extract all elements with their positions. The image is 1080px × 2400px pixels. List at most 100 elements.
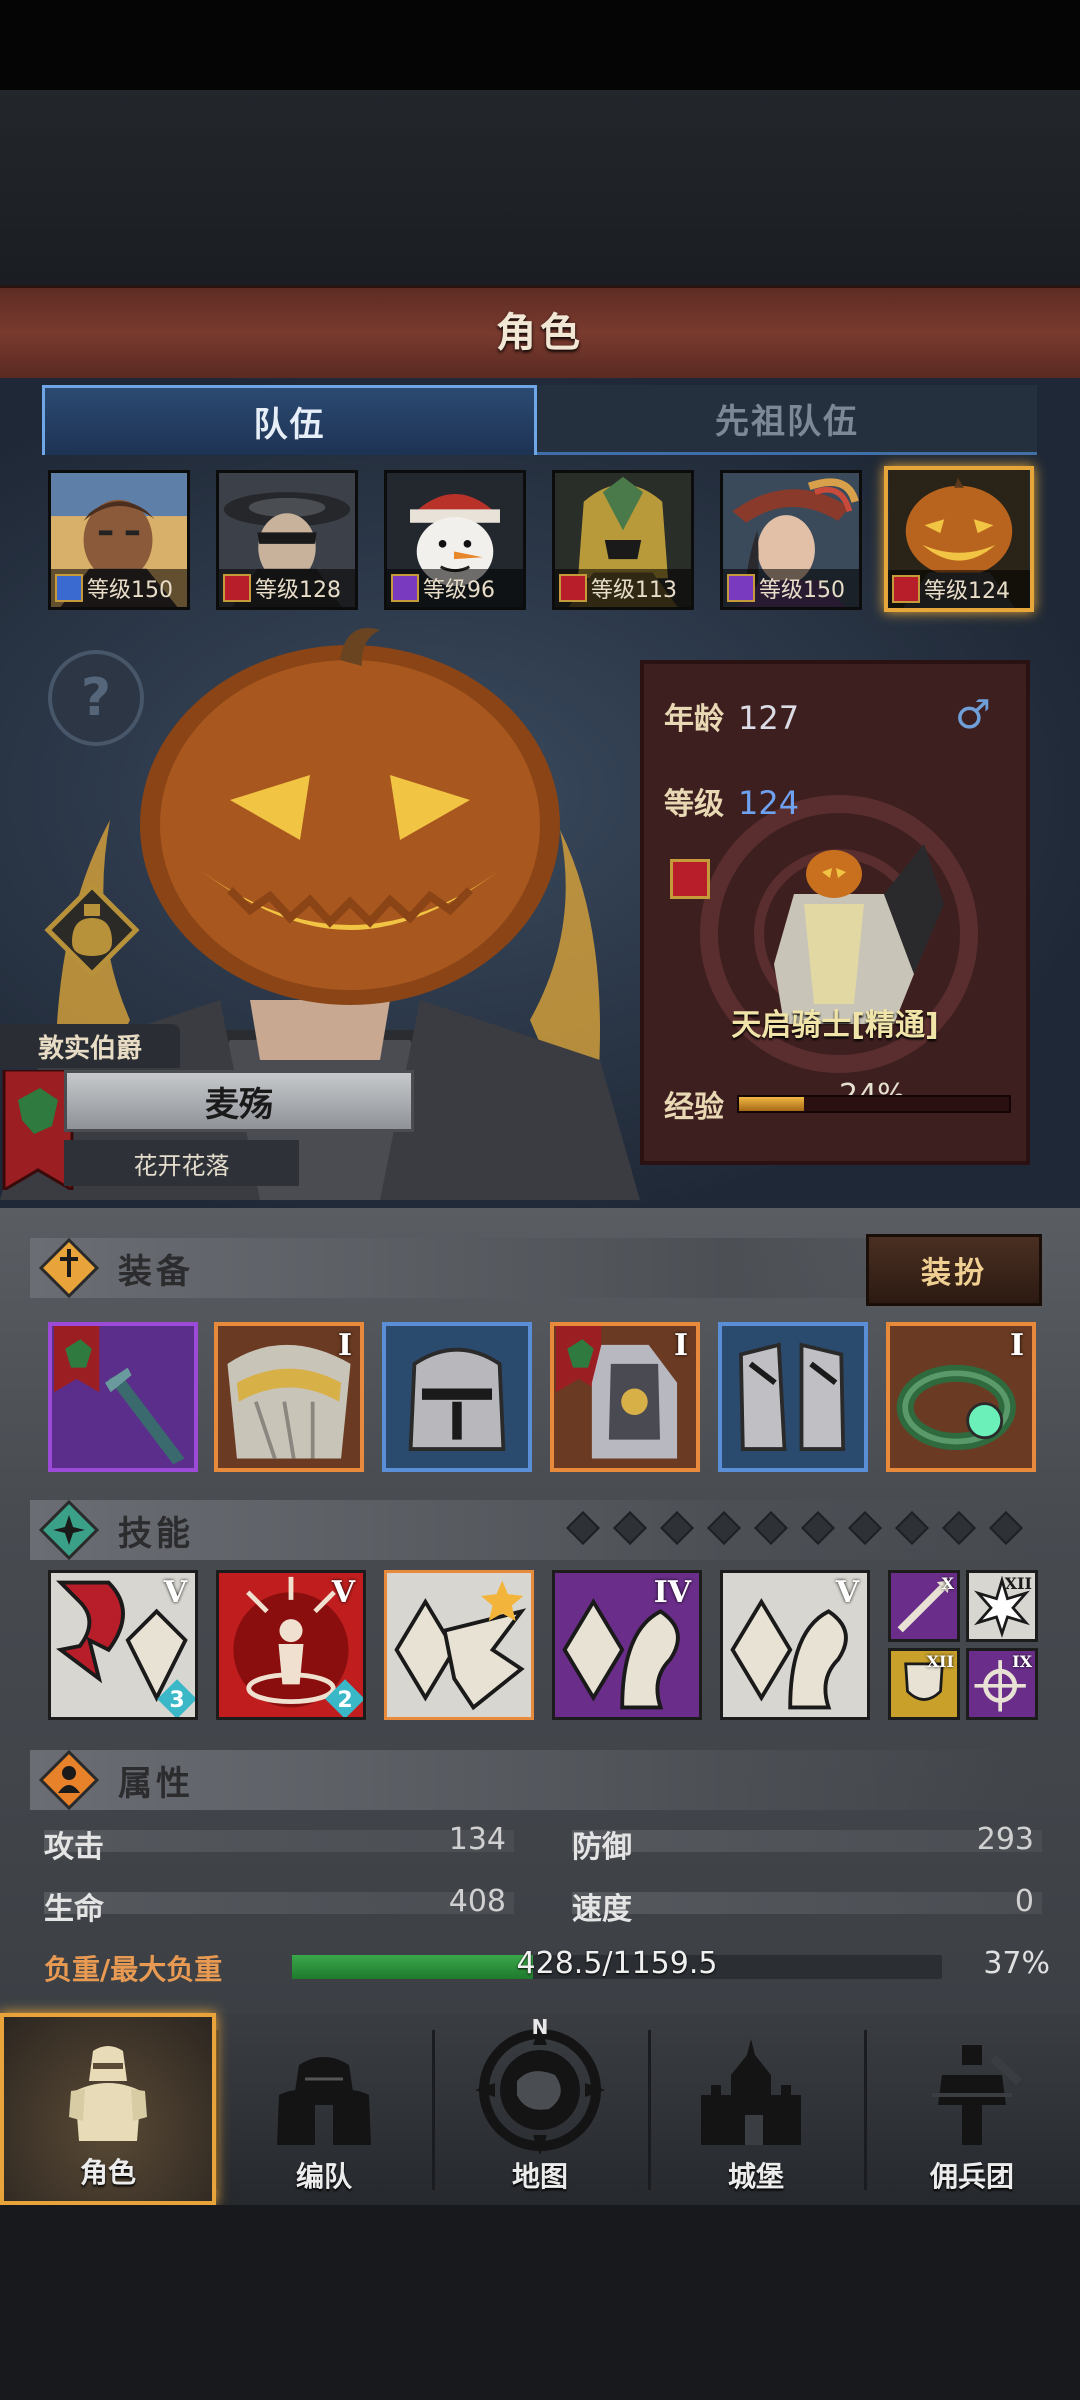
horse-icon — [223, 574, 251, 602]
formation-icon — [277, 2057, 371, 2145]
nav-mercenary[interactable]: 佣兵团 — [864, 2013, 1080, 2205]
class-name: 天启骑士[精通] — [731, 1008, 939, 1043]
skill-slot-diamond — [895, 1511, 929, 1545]
equipment-slot-1[interactable] — [48, 1322, 198, 1472]
skill-count: 3 — [169, 1688, 185, 1713]
hero-slot-3[interactable]: 等级96 — [384, 470, 526, 610]
skill-slot-4[interactable]: IV — [552, 1570, 702, 1720]
noble-title: 敦实伯爵 — [0, 1024, 180, 1068]
skill-slot-indicators — [563, 1508, 1043, 1548]
nav-label: 地图 — [511, 2160, 568, 2193]
tier-label: I — [337, 1328, 352, 1363]
hero-slot-2[interactable]: 等级128 — [216, 470, 358, 610]
equipment-slot-5[interactable] — [718, 1322, 868, 1472]
tier-label: X — [941, 1574, 954, 1593]
tab-team[interactable]: 队伍 — [42, 385, 537, 455]
tab-ancestor-team[interactable]: 先祖队伍 — [537, 385, 1037, 455]
status-bar — [0, 0, 1080, 90]
hero-level-5: 等级150 — [723, 569, 859, 607]
mercenary-icon — [932, 2045, 1022, 2145]
skill-slot-2[interactable]: V 2 — [216, 1570, 366, 1720]
potion-button[interactable] — [42, 880, 142, 980]
compass-north: N — [531, 2015, 549, 2039]
horse-icon — [670, 859, 710, 899]
hp-value: 408 — [448, 1884, 506, 1919]
greaves-icon — [739, 1342, 846, 1451]
defense-value: 293 — [976, 1822, 1034, 1857]
dress-up-button[interactable]: 装扮 — [866, 1234, 1042, 1306]
skill-slot-diamond — [660, 1511, 694, 1545]
knight-icon — [69, 2046, 147, 2141]
hero-slot-5[interactable]: 等级150 — [720, 470, 862, 610]
equipment-slot-3[interactable] — [382, 1322, 532, 1472]
skill-slot-diamond — [566, 1511, 600, 1545]
lance-icon — [53, 1326, 185, 1465]
level-row: 等级 124 — [664, 779, 799, 823]
dagger-icon — [38, 1237, 100, 1299]
bottom-backdrop — [0, 2205, 1080, 2400]
nav-map[interactable]: N 地图 — [432, 2013, 648, 2205]
crystal-wing-icon — [394, 1580, 527, 1711]
person-icon — [38, 1749, 100, 1811]
tier-label: V — [163, 1575, 187, 1610]
equipment-slot-6[interactable]: I — [886, 1322, 1036, 1472]
hero-level-text: 等级150 — [759, 578, 845, 603]
nav-label: 角色 — [79, 2156, 136, 2189]
nav-character[interactable]: 角色 — [0, 2013, 216, 2205]
compass-icon — [475, 2025, 605, 2155]
exp-bar — [737, 1095, 1011, 1113]
tier-label: I — [673, 1328, 688, 1363]
skill-slot-diamond — [848, 1511, 882, 1545]
skill-slot-3[interactable] — [384, 1570, 534, 1720]
tier-label: XII — [926, 1652, 954, 1671]
sword-icon — [55, 574, 83, 602]
passive-skill-1[interactable]: X — [888, 1570, 960, 1642]
hero-level-text: 等级124 — [924, 579, 1010, 604]
skill-slot-diamond — [707, 1511, 741, 1545]
attributes-label: 属性 — [118, 1763, 194, 1804]
nav-formation[interactable]: 编队 — [216, 2013, 432, 2205]
equipment-slot-4[interactable]: I — [550, 1322, 700, 1472]
age-value: 127 — [738, 699, 800, 737]
question-icon: ? — [80, 668, 112, 728]
character-name[interactable]: 麦殇 — [64, 1070, 414, 1132]
tier-label: IX — [1012, 1652, 1032, 1671]
tier-label: V — [331, 1575, 355, 1610]
passive-skill-3[interactable]: XII — [888, 1648, 960, 1720]
exp-bar-fill — [739, 1097, 804, 1111]
level-value: 124 — [738, 784, 800, 822]
skill-slot-5[interactable]: V — [720, 1570, 870, 1720]
passive-skill-4[interactable]: IX — [966, 1648, 1038, 1720]
staff-icon — [391, 574, 419, 602]
hero-slot-4[interactable]: 等级113 — [552, 470, 694, 610]
equipment-slot-2[interactable]: I — [214, 1322, 364, 1472]
skills-label: 技能 — [118, 1513, 194, 1554]
skill-slot-diamond — [754, 1511, 788, 1545]
tier-label: I — [1009, 1328, 1024, 1363]
hero-level-6: 等级124 — [888, 570, 1030, 608]
passive-skill-2[interactable]: XII — [966, 1570, 1038, 1642]
tier-label: IV — [653, 1575, 691, 1610]
hero-slot-1[interactable]: 等级150 — [48, 470, 190, 610]
skill-count: 2 — [337, 1688, 353, 1713]
age-label: 年龄 — [664, 702, 724, 737]
defense-label: 防御 — [572, 1830, 632, 1865]
male-icon: ♂ — [955, 692, 991, 738]
nav-castle[interactable]: 城堡 — [648, 2013, 864, 2205]
load-label: 负重/最大负重 — [44, 1953, 223, 1986]
hero-slot-6-selected[interactable]: 等级124 — [884, 466, 1034, 612]
equipment-label: 装备 — [118, 1251, 194, 1292]
nav-label: 编队 — [295, 2160, 352, 2193]
skill-slot-diamond — [989, 1511, 1023, 1545]
help-button[interactable]: ? — [48, 650, 144, 746]
top-backdrop — [0, 90, 1080, 285]
tier-label: XII — [1004, 1574, 1032, 1593]
attack-label: 攻击 — [44, 1830, 104, 1865]
staff-icon — [727, 574, 755, 602]
nav-label: 佣兵团 — [929, 2160, 1014, 2193]
age-row: 年龄 127 — [664, 694, 799, 738]
skill-slot-1[interactable]: V 3 — [48, 1570, 198, 1720]
load-value: 428.5/1159.5 — [516, 1946, 718, 1981]
nav-label: 城堡 — [727, 2160, 784, 2193]
character-motto: 花开花落 — [64, 1140, 299, 1186]
